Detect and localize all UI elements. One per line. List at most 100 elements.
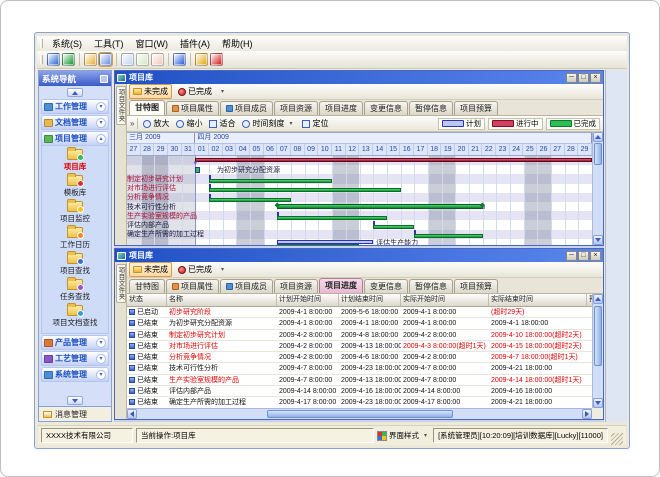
sidebar-group-4[interactable]: 产品管理▾ bbox=[41, 335, 109, 350]
gantt-bar-为初步研究分配资源[interactable] bbox=[195, 167, 200, 173]
gantt-bar-初步研究阶段[interactable] bbox=[195, 158, 592, 162]
table-vertical-scrollbar[interactable] bbox=[592, 294, 603, 408]
chevron-down-icon[interactable]: ▾ bbox=[218, 266, 227, 273]
tab-变更信息[interactable]: 变更信息 bbox=[364, 101, 408, 115]
folder-open-icon[interactable] bbox=[84, 53, 97, 66]
sidebar-item-任务查找[interactable]: 任务查找 bbox=[60, 279, 90, 302]
gantt-vertical-scrollbar[interactable] bbox=[592, 132, 603, 245]
sidebar-group-2[interactable]: 文档管理▾ bbox=[41, 115, 109, 130]
chevron-down-icon[interactable]: ▾ bbox=[96, 102, 106, 112]
tab-project-folder[interactable]: 项目文件夹 bbox=[116, 86, 126, 125]
globe-icon[interactable] bbox=[62, 53, 75, 66]
sidebar-item-项目查找[interactable]: 项目查找 bbox=[60, 253, 90, 276]
chevron-up-icon[interactable]: ▴ bbox=[96, 134, 106, 144]
minimize-button[interactable]: ─ bbox=[566, 251, 577, 261]
chevron-down-icon[interactable]: ▾ bbox=[218, 88, 227, 95]
sidebar-item-模板库[interactable]: 模板库 bbox=[64, 175, 87, 198]
save-icon[interactable] bbox=[99, 53, 112, 66]
sidebar-item-项目文档查找[interactable]: 项目文档查找 bbox=[53, 305, 98, 328]
chevron-down-icon[interactable]: ▾ bbox=[96, 118, 106, 128]
sidebar-group-5[interactable]: 工艺管理▾ bbox=[41, 351, 109, 366]
toolbar-overflow-icon[interactable]: » bbox=[130, 119, 134, 128]
tab-甘特图[interactable]: 甘特图 bbox=[129, 279, 165, 293]
tab-project-folder[interactable]: 项目文件夹 bbox=[116, 264, 126, 303]
resize-grip-icon[interactable] bbox=[611, 433, 623, 445]
filter-未完成[interactable]: 未完成 bbox=[129, 84, 172, 99]
tab-项目资源[interactable]: 项目资源 bbox=[274, 279, 318, 293]
gantt-done-bar-分析竞争情况[interactable] bbox=[209, 198, 291, 202]
table-row[interactable]: 已结束确定生产所需的加工过程2009-4-17 8:00:002009-4-23… bbox=[127, 397, 592, 408]
table-horizontal-scrollbar[interactable] bbox=[127, 408, 592, 419]
gantt-done-bar-确定生产所需的加工过程[interactable] bbox=[414, 234, 482, 238]
lock-icon[interactable] bbox=[195, 53, 208, 66]
column-header-实际开始时间[interactable]: 实际开始时间 bbox=[401, 294, 489, 306]
column-header-名称[interactable]: 名称 bbox=[167, 294, 277, 306]
zoom-out-button[interactable]: 缩小 bbox=[174, 118, 204, 129]
filter-未完成[interactable]: 未完成 bbox=[129, 262, 172, 277]
window-title-bar[interactable]: 项目库 ─ □ × bbox=[115, 249, 603, 262]
chevron-down-icon[interactable]: ▾ bbox=[96, 354, 106, 364]
menu-item-5[interactable]: 帮助(H) bbox=[216, 36, 259, 51]
sidebar-scroll-up-button[interactable] bbox=[67, 88, 83, 97]
tab-项目属性[interactable]: 项目属性 bbox=[166, 101, 219, 115]
close-button[interactable]: × bbox=[590, 251, 601, 261]
sidebar-item-项目监控[interactable]: 项目监控 bbox=[60, 201, 90, 224]
maximize-button[interactable]: □ bbox=[578, 73, 589, 83]
scroll-right-button[interactable] bbox=[582, 409, 592, 419]
menu-item-4[interactable]: 插件(A) bbox=[174, 36, 216, 51]
close-button[interactable]: × bbox=[590, 73, 601, 83]
table-row[interactable]: 已启动初步研究阶段2009-4-1 8:00:002009-5-6 18:00:… bbox=[127, 307, 592, 318]
sidebar-item-项目库[interactable]: 项目库 bbox=[64, 149, 87, 172]
column-header-计划开始时间[interactable]: 计划开始时间 bbox=[277, 294, 339, 306]
tab-message-management[interactable]: 消息管理 bbox=[39, 406, 111, 421]
tab-暂停信息[interactable]: 暂停信息 bbox=[409, 101, 453, 115]
scroll-left-button[interactable] bbox=[127, 409, 137, 419]
scrollbar-thumb[interactable] bbox=[594, 306, 602, 366]
table-row[interactable]: 已结束技术可行性分析2009-4-7 8:00:002009-4-23 18:0… bbox=[127, 363, 592, 374]
table-row[interactable]: 已结束分析竞争情况2009-4-2 8:00:002009-4-6 18:00:… bbox=[127, 352, 592, 363]
gantt-bar-技术可行性分析[interactable] bbox=[277, 204, 482, 209]
tab-项目资源[interactable]: 项目资源 bbox=[274, 101, 318, 115]
gantt-done-bar-评估内部产品[interactable] bbox=[373, 225, 414, 229]
table-row[interactable]: 已结束评估内部产品2009-4-14 8:00:002009-4-16 18:0… bbox=[127, 386, 592, 397]
tab-暂停信息[interactable]: 暂停信息 bbox=[409, 279, 453, 293]
sidebar-group-1[interactable]: 工作管理▾ bbox=[41, 99, 109, 114]
fit-button[interactable]: 适合 bbox=[207, 118, 237, 129]
interface-style-button[interactable]: 界面样式 ▾ bbox=[377, 430, 430, 441]
time-scale-button[interactable]: 时间刻度▾ bbox=[240, 118, 297, 129]
column-header-计划结束时间[interactable]: 计划结束时间 bbox=[339, 294, 401, 306]
scrollbar-thumb[interactable] bbox=[594, 143, 602, 165]
filter-已完成[interactable]: 已完成 bbox=[174, 262, 216, 277]
scroll-down-button[interactable] bbox=[593, 235, 603, 245]
chevron-down-icon[interactable]: ▾ bbox=[96, 370, 106, 380]
chevron-down-icon[interactable]: ▾ bbox=[96, 338, 106, 348]
pin-icon[interactable] bbox=[100, 75, 108, 83]
tab-项目进度[interactable]: 项目进度 bbox=[319, 278, 363, 293]
tab-项目成员[interactable]: 项目成员 bbox=[220, 101, 273, 115]
exit-icon[interactable] bbox=[210, 53, 223, 66]
scrollbar-thumb[interactable] bbox=[267, 410, 453, 418]
tab-项目预算[interactable]: 项目预算 bbox=[454, 279, 498, 293]
gantt-done-bar-生产实验室规模的产品[interactable] bbox=[277, 216, 386, 220]
scroll-up-button[interactable] bbox=[593, 294, 603, 304]
tab-项目预算[interactable]: 项目预算 bbox=[454, 101, 498, 115]
gantt-done-bar-评估生产能力[interactable] bbox=[277, 244, 359, 245]
locate-button[interactable]: 定位 bbox=[300, 118, 330, 129]
table-row[interactable]: 已结束制定初步研究计划2009-4-2 8:00:002009-4-8 18:0… bbox=[127, 330, 592, 341]
report-delete-icon[interactable] bbox=[151, 53, 164, 66]
zoom-in-button[interactable]: 放大 bbox=[141, 118, 171, 129]
table-row[interactable]: 已结束对市场进行评估2009-4-2 8:00:002009-4-13 18:0… bbox=[127, 341, 592, 352]
maximize-button[interactable]: □ bbox=[578, 251, 589, 261]
tab-变更信息[interactable]: 变更信息 bbox=[364, 279, 408, 293]
tab-项目进度[interactable]: 项目进度 bbox=[319, 101, 363, 115]
column-header-实际结束时间[interactable]: 实际结束时间 bbox=[489, 294, 587, 306]
filter-已完成[interactable]: 已完成 bbox=[174, 84, 216, 99]
tab-项目属性[interactable]: 项目属性 bbox=[166, 279, 219, 293]
column-header-状态[interactable]: 状态 bbox=[127, 294, 167, 306]
tab-项目成员[interactable]: 项目成员 bbox=[220, 279, 273, 293]
table-row[interactable]: 已结束为初步研究分配资源2009-4-1 8:00:002009-4-1 18:… bbox=[127, 318, 592, 329]
sidebar-scroll-down-button[interactable] bbox=[67, 396, 83, 405]
menu-item-3[interactable]: 窗口(W) bbox=[130, 36, 175, 51]
minimize-button[interactable]: ─ bbox=[566, 73, 577, 83]
menu-item-1[interactable]: 系统(S) bbox=[46, 36, 88, 51]
